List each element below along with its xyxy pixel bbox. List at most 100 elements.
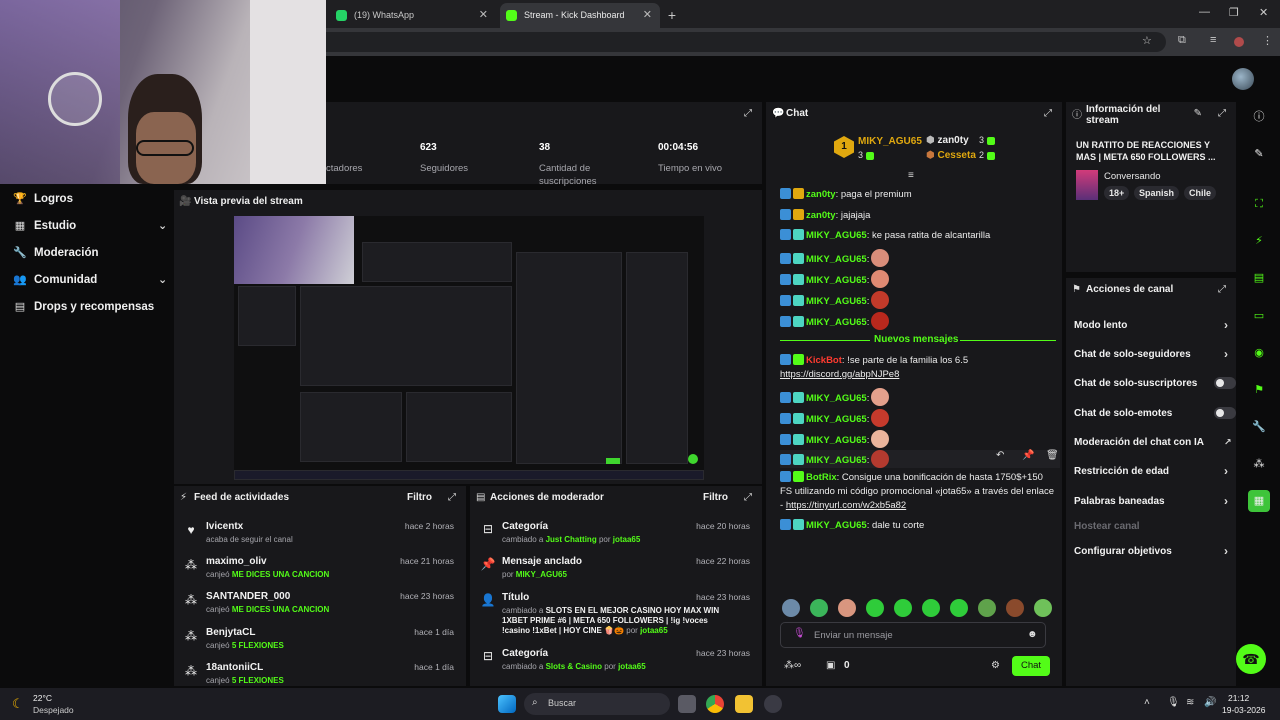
filter-button[interactable]: Filtro (703, 492, 728, 503)
expand-icon[interactable]: ⤢ (744, 492, 752, 503)
chat-username[interactable]: MIKY_AGU65 (806, 254, 867, 265)
help-button[interactable]: ☎ (1236, 644, 1266, 674)
mic-icon[interactable]: 🎙 (1167, 697, 1180, 708)
emotes-only-toggle[interactable] (1214, 407, 1236, 419)
expand-icon[interactable]: ⤢ (1218, 108, 1226, 119)
edit-icon[interactable]: ✎ (1194, 108, 1202, 119)
extensions-icon[interactable]: ⧉ (1178, 34, 1186, 47)
chrome-icon[interactable] (706, 695, 724, 713)
feed-username[interactable]: BenjytaCL (206, 627, 255, 638)
setting-subscribers-only[interactable]: Chat de solo-suscriptores (1074, 377, 1236, 389)
bolt-icon[interactable]: ⚡ (1248, 230, 1270, 252)
collapse-icon[interactable]: ≡ (908, 170, 914, 181)
subscribers-only-toggle[interactable] (1214, 377, 1236, 389)
delete-icon[interactable]: 🗑 (1046, 450, 1059, 461)
folder-icon[interactable] (735, 695, 753, 713)
chat-username[interactable]: zan0ty (806, 210, 836, 221)
chat-username[interactable]: MIKY_AGU65 (806, 296, 867, 307)
emote-icon[interactable] (782, 599, 800, 617)
emote-icon[interactable] (950, 599, 968, 617)
weather-desc[interactable]: Despejado (33, 705, 74, 715)
plugin-icon[interactable]: ▦ (1248, 490, 1270, 512)
profile-icon[interactable] (1234, 37, 1244, 47)
gift-icon[interactable]: ▣ (826, 660, 835, 671)
setting-followers-only[interactable]: Chat de solo-seguidores › (1074, 347, 1230, 361)
chat-link[interactable]: https://discord.gg/abpNJPe8 (780, 369, 899, 380)
sidebar-item-drops[interactable]: ▤ Drops y recompensas (12, 296, 154, 318)
sidebar-item-estudio[interactable]: ▦ Estudio ⌄ (12, 215, 172, 237)
setting-ai-moderation[interactable]: Moderación del chat con IA ↗ (1074, 437, 1232, 448)
mic-icon[interactable]: 🎙 (793, 628, 806, 639)
expand-icon[interactable]: ⤢ (744, 108, 752, 119)
emoji-icon[interactable]: ☻ (1027, 629, 1038, 640)
setting-banned-words[interactable]: Palabras baneadas › (1074, 494, 1230, 508)
tag-chip[interactable]: Chile (1184, 186, 1217, 200)
clock-time[interactable]: 21:12 (1228, 693, 1249, 703)
gear-icon[interactable]: ⚙ (991, 660, 1000, 671)
setting-goals[interactable]: Configurar objetivos › (1074, 544, 1230, 558)
setting-slow-mode[interactable]: Modo lento › (1074, 318, 1230, 332)
chat-username[interactable]: BotRix (806, 472, 837, 483)
windows-start-icon[interactable] (498, 695, 516, 713)
leaderboard-name[interactable]: MIKY_AGU65 (858, 136, 922, 147)
pencil-icon[interactable]: ✎ (1248, 143, 1270, 165)
tab-whatsapp[interactable]: (19) WhatsApp ✕ (330, 3, 496, 28)
tab-kick-dashboard[interactable]: Stream - Kick Dashboard ✕ (500, 3, 660, 28)
emote-icon[interactable] (1006, 599, 1024, 617)
taskbar-search[interactable]: ⌕ Buscar (524, 693, 670, 715)
menu-icon[interactable]: ⋮ (1262, 34, 1273, 47)
setting-emotes-only[interactable]: Chat de solo-emotes (1074, 407, 1236, 419)
clock-date[interactable]: 19-03-2026 (1222, 705, 1265, 715)
tag-chip[interactable]: 18+ (1104, 186, 1130, 200)
sidebar-item-logros[interactable]: 🏆 Logros (12, 188, 73, 210)
chat-username[interactable]: MIKY_AGU65 (806, 435, 867, 446)
close-icon[interactable]: ✕ (479, 3, 488, 28)
points-icon[interactable]: ⁂∞ (784, 660, 801, 671)
minimize-icon[interactable]: — (1199, 6, 1210, 18)
leaderboard-name[interactable]: ⬢ zan0ty (926, 135, 969, 146)
task-view-icon[interactable] (678, 695, 696, 713)
chat-input[interactable]: 🎙 Enviar un mensaje ☻ (780, 622, 1046, 648)
chat-username[interactable]: KickBot (806, 355, 842, 366)
feed-username[interactable]: 18antoniiCL (206, 662, 263, 673)
broadcast-icon[interactable]: ◉ (1248, 342, 1270, 364)
chat-username[interactable]: MIKY_AGU65 (806, 275, 867, 286)
chat-username[interactable]: MIKY_AGU65 (806, 393, 867, 404)
chat-username[interactable]: MIKY_AGU65 (806, 230, 867, 241)
close-icon[interactable]: ✕ (643, 3, 652, 28)
emote-icon[interactable] (1034, 599, 1052, 617)
window-close-icon[interactable]: ✕ (1259, 6, 1268, 19)
wrench-icon[interactable]: 🔧 (1248, 416, 1270, 438)
document-icon[interactable]: ▤ (1248, 267, 1270, 289)
wifi-icon[interactable]: ≋ (1186, 697, 1194, 708)
new-tab-button[interactable]: + (662, 3, 682, 28)
sidebar-item-comunidad[interactable]: 👥 Comunidad ⌄ (12, 269, 172, 291)
emote-icon[interactable] (894, 599, 912, 617)
chevron-up-icon[interactable]: ˄ (1144, 697, 1150, 708)
user-avatar[interactable] (1232, 68, 1254, 90)
chat-username[interactable]: MIKY_AGU65 (806, 520, 867, 531)
reply-icon[interactable]: ↶ (996, 450, 1004, 461)
weather-temp[interactable]: 22°C (33, 693, 52, 703)
chat-username[interactable]: MIKY_AGU65 (806, 414, 867, 425)
chat-icon[interactable]: ▭ (1248, 305, 1270, 327)
info-icon[interactable]: ⓘ (1248, 106, 1270, 128)
setting-age-restriction[interactable]: Restricción de edad › (1074, 464, 1230, 478)
emote-icon[interactable] (810, 599, 828, 617)
feed-username[interactable]: SANTANDER_000 (206, 591, 290, 602)
emote-icon[interactable] (978, 599, 996, 617)
expand-icon[interactable]: ⤢ (1218, 284, 1226, 295)
chat-link[interactable]: https://tinyurl.com/w2xb5a82 (786, 500, 906, 511)
shield-icon[interactable]: ⚑ (1248, 379, 1270, 401)
chat-username[interactable]: MIKY_AGU65 (806, 317, 867, 328)
new-messages-divider[interactable]: Nuevos mensajes (874, 334, 959, 345)
leaderboard-name[interactable]: ⬢ Cesseta (926, 150, 976, 161)
emote-icon[interactable] (922, 599, 940, 617)
clip-icon[interactable]: ⛶ (1248, 193, 1270, 215)
pin-icon[interactable]: 📌 (1022, 450, 1034, 461)
maximize-icon[interactable]: ❐ (1229, 6, 1239, 19)
filter-button[interactable]: Filtro (407, 492, 432, 503)
obs-icon[interactable] (764, 695, 782, 713)
tag-chip[interactable]: Spanish (1134, 186, 1180, 200)
chat-username[interactable]: MIKY_AGU65 (806, 455, 867, 466)
